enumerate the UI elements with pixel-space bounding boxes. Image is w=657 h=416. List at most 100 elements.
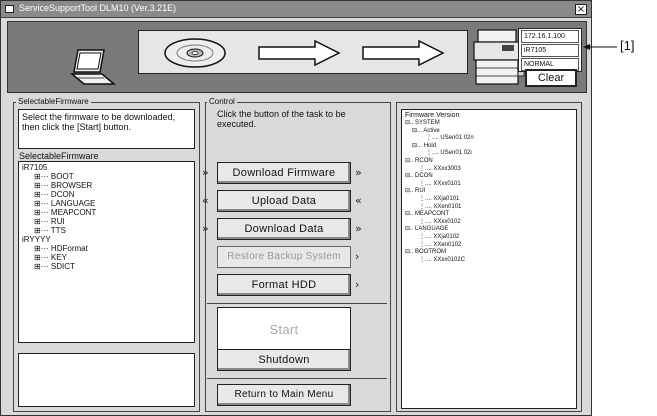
arrow-right-icon: » bbox=[202, 222, 209, 235]
firmware-item[interactable]: ⊞··· DCON bbox=[22, 190, 191, 199]
close-button[interactable]: × bbox=[575, 4, 587, 15]
laptop-icon bbox=[69, 49, 117, 85]
firmware-version-node: ⊟.. LANGUAGE bbox=[405, 226, 573, 234]
transfer-strip bbox=[138, 30, 468, 74]
tree-connector: ⋮.... bbox=[419, 218, 434, 225]
start-button[interactable]: Start bbox=[217, 307, 351, 353]
firmware-item[interactable]: ⊞··· HDFormat bbox=[22, 244, 191, 253]
firmware-version-label: MEAPCONT bbox=[415, 211, 450, 218]
firmware-version-header: Firmware Version bbox=[405, 112, 460, 119]
control-instruction: Click the button of the task to be execu… bbox=[217, 109, 346, 129]
upload-data-button[interactable]: Upload Data bbox=[217, 190, 351, 212]
firmware-item[interactable]: ⊞··· SDICT bbox=[22, 262, 191, 271]
tree-connector: ⊟.. bbox=[405, 157, 416, 164]
firmware-item[interactable]: ⊞··· LANGUAGE bbox=[22, 199, 191, 208]
arrow-right-icon: » bbox=[355, 222, 362, 235]
firmware-item[interactable]: ⊞··· TTS bbox=[22, 226, 191, 235]
firmware-version-node: ⋮.... USen01 02n bbox=[405, 135, 573, 143]
window-title: ServiceSupportTool DLM10 (Ver.3.21E) bbox=[19, 3, 177, 13]
firmware-version-node: ⋮.... XXxx0102C bbox=[405, 257, 573, 265]
tree-connector: ⊟.. bbox=[405, 120, 416, 126]
firmware-version-label: RUI bbox=[415, 188, 426, 195]
firmware-version-label: USen01 02i bbox=[440, 150, 472, 157]
firmware-version-node: ⋮.... XXxx0102 bbox=[405, 219, 573, 227]
return-to-main-menu-button[interactable]: Return to Main Menu bbox=[217, 384, 351, 406]
tree-connector: ⊟... bbox=[412, 127, 424, 134]
firmware-version-tree: Firmware Version ⊟.. SYSTEM ⊟... Active ⋮.… bbox=[401, 109, 577, 409]
disc-icon bbox=[164, 38, 226, 68]
firmware-instruction: Select the firmware to be downloaded, th… bbox=[18, 109, 195, 149]
shutdown-button[interactable]: Shutdown bbox=[217, 349, 351, 371]
tree-connector: ⋮.... bbox=[426, 150, 441, 157]
firmware-version-node: ⋮.... USen01 02i bbox=[405, 150, 573, 158]
app-icon bbox=[5, 5, 14, 13]
firmware-version-label: RCON bbox=[415, 157, 433, 164]
clear-button[interactable]: Clear bbox=[525, 69, 577, 87]
firmware-version-node: ⋮.... XXen0102 bbox=[405, 242, 573, 250]
tree-connector: ⊟.. bbox=[405, 226, 416, 233]
title-bar: ServiceSupportTool DLM10 (Ver.3.21E) × bbox=[1, 1, 591, 18]
firmware-version-label: Hold bbox=[423, 142, 437, 149]
control-panel-label: Control bbox=[207, 97, 237, 106]
tree-connector: ⋮.... bbox=[419, 195, 434, 202]
tree-connector: ⋮.... bbox=[426, 135, 441, 142]
firmware-version-label: DCON bbox=[415, 173, 433, 180]
tree-connector: ⋮.... bbox=[419, 165, 434, 172]
firmware-version-label: XXxx0102C bbox=[433, 256, 466, 263]
tree-connector: ⋮.... bbox=[419, 180, 434, 187]
tree-connector: ⊟... bbox=[412, 142, 424, 149]
tree-connector: ⋮.... bbox=[419, 241, 434, 248]
firmware-list[interactable]: iR7105 ⊞··· BOOT ⊞··· BROWSER ⊞··· DCON … bbox=[18, 161, 195, 343]
device-info-box: 172.16.1.100 iR7105 NORMAL bbox=[518, 28, 582, 72]
arrow-left-icon: « bbox=[202, 194, 209, 207]
tree-connector: ⊟.. bbox=[405, 249, 416, 256]
firmware-version-label: LANGUAGE bbox=[415, 226, 449, 233]
firmware-version-node: ⋮.... XXen0101 bbox=[405, 204, 573, 212]
download-data-button[interactable]: Download Data bbox=[217, 218, 351, 240]
tree-connector: ⋮.... bbox=[419, 233, 434, 240]
firmware-version-label: XXja0102 bbox=[433, 233, 460, 240]
format-hdd-button[interactable]: Format HDD bbox=[217, 274, 351, 296]
arrow-right-icon: › bbox=[355, 250, 360, 263]
firmware-item[interactable]: ⊞··· KEY bbox=[22, 253, 191, 262]
control-divider bbox=[207, 378, 387, 379]
firmware-version-label: USen01 02n bbox=[440, 135, 474, 142]
firmware-item[interactable]: ⊞··· BROWSER bbox=[22, 181, 191, 190]
download-firmware-button[interactable]: Download Firmware bbox=[217, 162, 351, 184]
firmware-version-node: ⊟... Hold bbox=[405, 143, 573, 151]
firmware-version-nodes: ⊟.. SYSTEM ⊟... Active ⋮.... USen01 02n ⊟..… bbox=[405, 120, 573, 264]
firmware-item[interactable]: ⊞··· MEAPCONT bbox=[22, 208, 191, 217]
firmware-version-node: ⋮.... XXxx3003 bbox=[405, 166, 573, 174]
message-box bbox=[18, 353, 195, 407]
firmware-group[interactable]: iR7105 bbox=[22, 163, 191, 172]
tree-connector: ⊟.. bbox=[405, 211, 416, 218]
firmware-version-node: ⋮.... XXja0101 bbox=[405, 196, 573, 204]
callout-line bbox=[583, 44, 617, 50]
arrow-right-icon bbox=[258, 39, 341, 67]
firmware-version-label: SYSTEM bbox=[415, 120, 440, 126]
firmware-version-node: ⊟.. BOOTROM bbox=[405, 249, 573, 257]
restore-backup-system-button[interactable]: Restore Backup System bbox=[217, 246, 351, 268]
arrow-right-icon bbox=[362, 39, 445, 67]
ip-address: 172.16.1.100 bbox=[521, 30, 579, 43]
firmware-group[interactable]: iRYYYY bbox=[22, 235, 191, 244]
tree-connector: ⊟.. bbox=[405, 188, 416, 195]
firmware-version-node: ⊟.. RCON bbox=[405, 158, 573, 166]
firmware-version-node: ⊟... Active bbox=[405, 128, 573, 136]
tree-connector: ⋮.... bbox=[419, 256, 434, 263]
firmware-version-label: XXxx0101 bbox=[433, 180, 461, 187]
firmware-version-node: ⊟.. DCON bbox=[405, 173, 573, 181]
device-model: iR7105 bbox=[521, 44, 579, 57]
selectable-firmware-panel-label: SelectableFirmware bbox=[16, 97, 91, 106]
control-divider bbox=[207, 303, 387, 304]
firmware-item[interactable]: ⊞··· RUI bbox=[22, 217, 191, 226]
callout-label: [1] bbox=[620, 38, 635, 53]
firmware-version-label: XXxx0102 bbox=[433, 218, 461, 225]
main-window: ServiceSupportTool DLM10 (Ver.3.21E) × 1… bbox=[0, 0, 592, 416]
firmware-version-label: Active bbox=[423, 127, 440, 134]
arrow-right-icon: › bbox=[355, 278, 360, 291]
firmware-version-node: ⋮.... XXxx0101 bbox=[405, 181, 573, 189]
firmware-item[interactable]: ⊞··· BOOT bbox=[22, 172, 191, 181]
firmware-version-label: XXen0101 bbox=[433, 203, 462, 210]
firmware-version-node: ⊟.. MEAPCONT bbox=[405, 211, 573, 219]
